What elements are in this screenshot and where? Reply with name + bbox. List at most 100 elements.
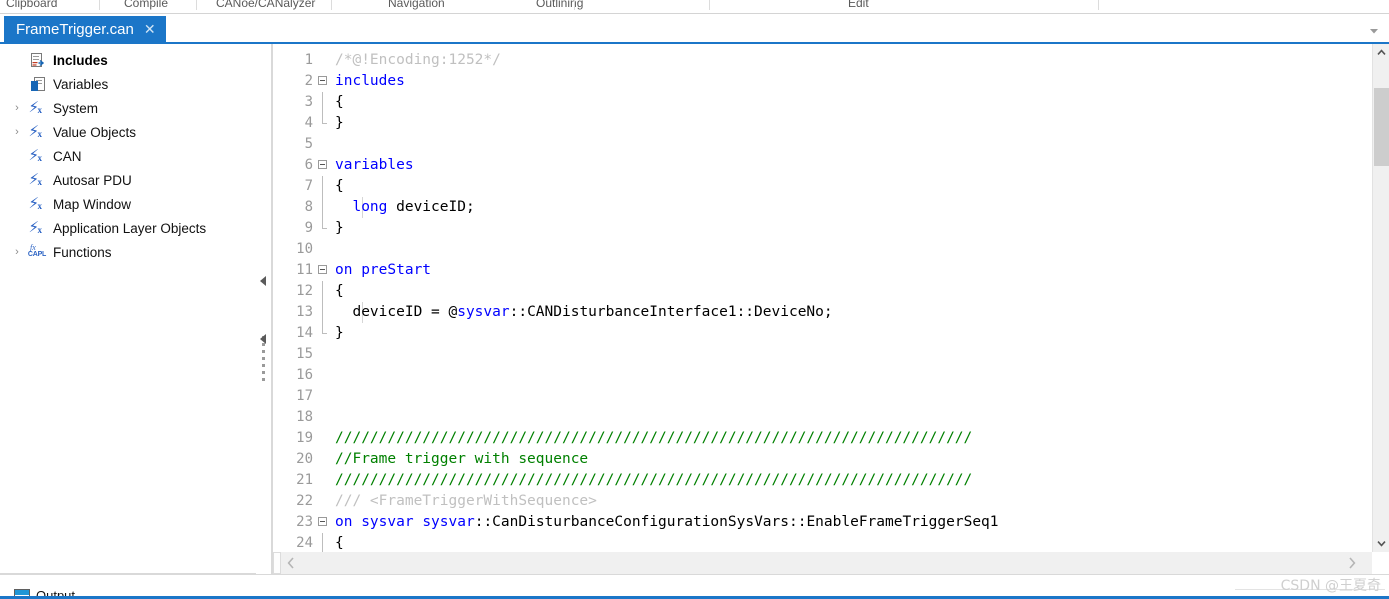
code-line[interactable]: 20 //Frame trigger with sequence	[273, 449, 1373, 470]
ribbon-separator	[331, 0, 332, 10]
capl-element-tree-panel: ›Includes›Variables›⚡xSystem›⚡xValue Obj…	[0, 44, 257, 574]
sysvar-icon: ⚡ x	[28, 194, 43, 212]
ribbon-group-navigation: Navigation	[388, 0, 445, 10]
fold-margin	[317, 92, 331, 113]
code-line[interactable]: 13 deviceID = @sysvar::CANDisturbanceInt…	[273, 302, 1373, 323]
tree-item-value-objects[interactable]: › ⚡ x Value Objects	[0, 120, 256, 144]
ribbon-bottom-sliver: Clipboard Compile CANoe/CANalyzer Navigatio…	[0, 0, 1389, 14]
code-text: }	[335, 115, 344, 131]
capl-element-tree: ›Includes›Variables›⚡xSystem›⚡xValue Obj…	[0, 44, 256, 264]
code-text: on sysvar sysvar::CanDisturbanceConfigur…	[335, 514, 999, 530]
ribbon-group-edit: Edit	[848, 0, 869, 10]
fold-margin[interactable]	[317, 260, 331, 281]
code-line[interactable]: 10	[273, 239, 1373, 260]
code-line[interactable]: 19 //////////////////////////////////////…	[273, 428, 1373, 449]
code-editor[interactable]: 1/*@!Encoding:1252*/2 includes 3{4} 5 6 varia…	[272, 44, 1373, 552]
code-line[interactable]: 12 {	[273, 281, 1373, 302]
tab-frametrigger-can[interactable]: FrameTrigger.can ✕	[4, 16, 166, 42]
code-line[interactable]: 9}	[273, 218, 1373, 239]
collapse-box-icon[interactable]	[318, 160, 327, 169]
tree-item-can[interactable]: ›⚡xCAN	[0, 144, 256, 168]
code-lines[interactable]: 1/*@!Encoding:1252*/2 includes 3{4} 5 6 varia…	[273, 44, 1373, 552]
sysvar-icon: ⚡ x	[28, 170, 43, 188]
fold-margin[interactable]	[317, 155, 331, 176]
line-number: 23	[296, 514, 313, 530]
watermark: CSDN @王夏奇	[1280, 578, 1381, 594]
chevron-down-icon[interactable]	[1367, 24, 1381, 38]
fold-guide	[322, 281, 323, 302]
code-text: {	[335, 283, 344, 299]
ribbon-separator	[1098, 0, 1099, 10]
expand-chevron-icon[interactable]: ›	[8, 96, 26, 120]
code-line[interactable]: 16	[273, 365, 1373, 386]
code-text: ////////////////////////////////////////…	[335, 472, 973, 488]
code-text: includes	[335, 73, 405, 89]
chevron-left-icon[interactable]	[281, 552, 301, 574]
code-line[interactable]: 4}	[273, 113, 1373, 134]
code-text: /*@!Encoding:1252*/	[335, 52, 501, 68]
editor-horizontal-scrollbar[interactable]	[272, 552, 1372, 574]
code-line[interactable]: 23 on sysvar sysvar::CanDisturbanceConfig…	[273, 512, 1373, 533]
fold-margin[interactable]	[317, 512, 331, 533]
triangle-left-icon[interactable]	[260, 276, 266, 286]
line-number: 8	[304, 199, 313, 215]
code-line[interactable]: 18	[273, 407, 1373, 428]
code-line[interactable]: 24 {	[273, 533, 1373, 552]
line-number: 19	[296, 430, 313, 446]
expand-chevron-icon[interactable]: ›	[8, 120, 26, 144]
fold-margin	[317, 344, 331, 365]
panel-splitter[interactable]	[256, 44, 272, 574]
code-line[interactable]: 14}	[273, 323, 1373, 344]
tree-item-variables[interactable]: ›Variables	[0, 72, 256, 96]
line-number: 15	[296, 346, 313, 362]
tree-item-application-layer-objects[interactable]: ›⚡xApplication Layer Objects	[0, 216, 256, 240]
fold-guide	[322, 197, 323, 218]
code-line[interactable]: 17	[273, 386, 1373, 407]
code-line[interactable]: 22 /// <FrameTriggerWithSequence>	[273, 491, 1373, 512]
line-number: 14	[296, 325, 313, 341]
code-line[interactable]: 5	[273, 134, 1373, 155]
code-line[interactable]: 3{	[273, 92, 1373, 113]
line-number: 4	[304, 115, 313, 131]
editor-vertical-scrollbar[interactable]	[1372, 44, 1389, 552]
code-line[interactable]: 7{	[273, 176, 1373, 197]
capl-functions-icon: fx CAPL	[27, 242, 47, 258]
code-text: {	[335, 178, 344, 194]
code-line[interactable]: 21 //////////////////////////////////////…	[273, 470, 1373, 491]
line-number: 7	[304, 178, 313, 194]
tree-item-label: Application Layer Objects	[53, 220, 207, 236]
ribbon-group-canoe-canalyzer: CANoe/CANalyzer	[216, 0, 316, 10]
code-line[interactable]: 1 /*@!Encoding:1252*/	[273, 50, 1373, 71]
triangle-left-icon[interactable]	[260, 334, 266, 344]
line-number: 16	[296, 367, 313, 383]
fold-margin[interactable]	[317, 71, 331, 92]
chevron-up-icon[interactable]	[1373, 44, 1389, 61]
close-icon[interactable]: ✕	[144, 22, 156, 36]
fold-guide	[322, 176, 323, 197]
code-text: }	[335, 220, 344, 236]
collapse-box-icon[interactable]	[318, 265, 327, 274]
horizontal-scrollbar-thumb[interactable]	[273, 552, 281, 574]
expand-chevron-icon[interactable]: ›	[8, 240, 26, 264]
code-line[interactable]: 2 includes	[273, 71, 1373, 92]
code-line[interactable]: 11 on preStart	[273, 260, 1373, 281]
document-tab-strip: FrameTrigger.can ✕	[0, 14, 1389, 44]
fold-margin	[317, 533, 331, 552]
vertical-scrollbar-thumb[interactable]	[1374, 88, 1389, 166]
chevron-down-icon[interactable]	[1373, 535, 1389, 552]
line-number: 13	[296, 304, 313, 320]
tree-item-autosar-pdu[interactable]: ›⚡xAutosar PDU	[0, 168, 256, 192]
tree-item-includes[interactable]: ›Includes	[0, 48, 256, 72]
code-line[interactable]: 6 variables	[273, 155, 1373, 176]
code-text: {	[335, 94, 344, 110]
code-line[interactable]: 8 long deviceID;	[273, 197, 1373, 218]
tree-item-map-window[interactable]: ›⚡xMap Window	[0, 192, 256, 216]
chevron-right-icon[interactable]	[1342, 552, 1362, 574]
fold-guide-end	[322, 323, 327, 334]
tree-item-system[interactable]: › ⚡ x System	[0, 96, 256, 120]
code-line[interactable]: 15	[273, 344, 1373, 365]
collapse-box-icon[interactable]	[318, 76, 327, 85]
tree-item-functions[interactable]: › fx CAPL Functions	[0, 240, 256, 264]
fold-margin	[317, 323, 331, 344]
collapse-box-icon[interactable]	[318, 517, 327, 526]
